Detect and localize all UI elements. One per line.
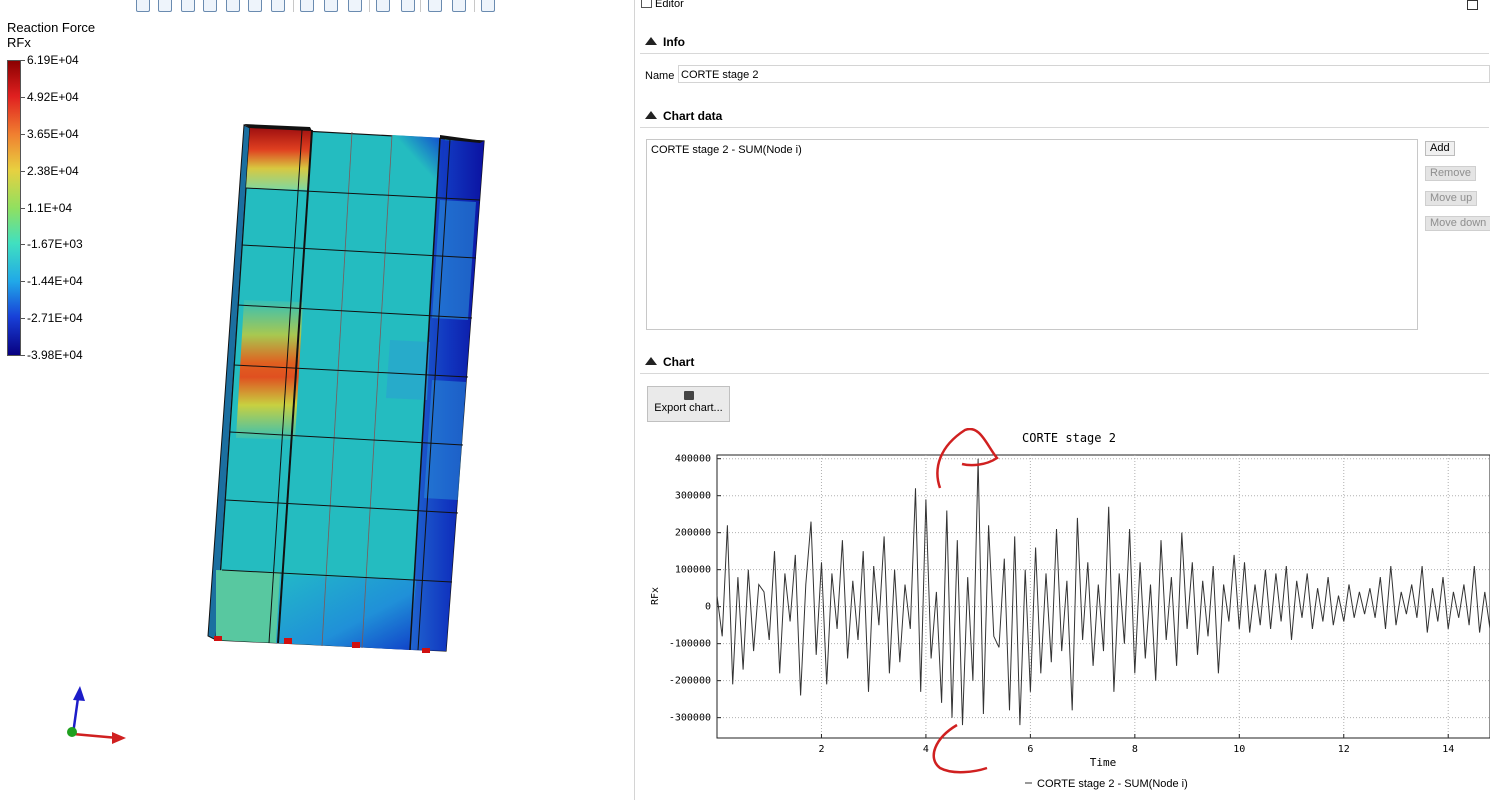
add-button[interactable]: Add <box>1425 141 1455 156</box>
info-label: Info <box>663 35 685 49</box>
collapse-triangle-icon <box>645 37 657 45</box>
y-tick-label: 300000 <box>675 491 711 502</box>
move-up-button[interactable]: Move up <box>1425 191 1478 206</box>
editor-icon <box>641 0 652 8</box>
legend-entry: CORTE stage 2 - SUM(Node i) <box>1037 778 1188 790</box>
chart-label: Chart <box>663 355 695 369</box>
editor-panel: Editor Info Name CORTE stage 2 Chart dat… <box>635 0 1490 800</box>
chart-section-header[interactable]: Chart <box>640 351 1489 374</box>
chart-data-section-header[interactable]: Chart data <box>640 105 1489 128</box>
collapse-triangle-icon <box>645 111 657 119</box>
restore-icon[interactable] <box>1467 0 1478 10</box>
export-chart-button[interactable]: Export chart... <box>647 386 730 422</box>
x-tick-label: 8 <box>1132 744 1138 755</box>
x-tick-label: 10 <box>1233 744 1245 755</box>
collapse-triangle-icon <box>645 357 657 365</box>
y-tick-label: 200000 <box>675 528 711 539</box>
x-tick-label: 12 <box>1338 744 1350 755</box>
move-down-button[interactable]: Move down <box>1425 216 1490 231</box>
list-item[interactable]: CORTE stage 2 - SUM(Node i) <box>651 144 802 156</box>
x-tick-label: 4 <box>923 744 929 755</box>
y-tick-label: 0 <box>705 602 711 613</box>
name-field[interactable]: CORTE stage 2 <box>678 65 1490 83</box>
x-tick-label: 6 <box>1027 744 1033 755</box>
editor-title: Editor <box>655 0 684 10</box>
chart-data-label: Chart data <box>663 109 723 123</box>
viewport-3d[interactable]: Reaction Force RFx 6.19E+04 4.92E+04 3.65E… <box>0 0 634 800</box>
plot-area <box>716 454 1490 739</box>
axis-triad <box>67 686 126 744</box>
x-tick-label: 14 <box>1442 744 1454 755</box>
series-list[interactable]: CORTE stage 2 - SUM(Node i) <box>646 139 1418 330</box>
y-tick-label: 400000 <box>675 454 711 465</box>
x-tick-label: 2 <box>818 744 824 755</box>
y-tick-label: -300000 <box>669 713 711 724</box>
x-axis-label: Time <box>1090 756 1117 769</box>
name-label: Name <box>645 70 675 82</box>
editor-header: Editor <box>641 0 684 10</box>
line-chart[interactable]: CORTE stage 2 Time RFx CORTE stage 2 - S… <box>635 428 1490 800</box>
export-chart-label: Export chart... <box>654 402 723 414</box>
y-tick-label: 100000 <box>675 565 711 576</box>
chart-title: CORTE stage 2 <box>1022 431 1116 445</box>
y-axis-label: RFx <box>650 587 661 605</box>
y-tick-label: -200000 <box>669 676 711 687</box>
remove-button[interactable]: Remove <box>1425 166 1476 181</box>
info-section-header[interactable]: Info <box>640 31 1489 54</box>
model-view[interactable] <box>0 0 634 800</box>
y-tick-label: -100000 <box>669 639 711 650</box>
save-icon <box>683 391 694 400</box>
